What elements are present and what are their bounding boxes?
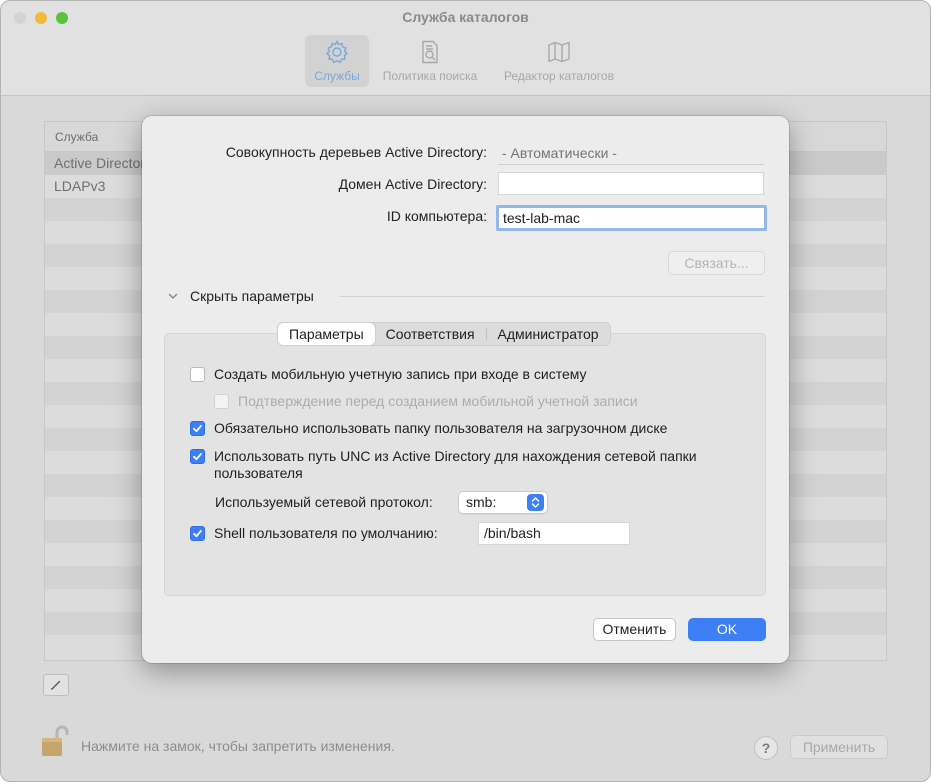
titlebar: Служба каталогов Службы Политика поиска bbox=[1, 1, 930, 96]
default-shell-field[interactable]: /bin/bash bbox=[478, 522, 630, 545]
computer-id-field[interactable] bbox=[496, 205, 767, 231]
pencil-icon bbox=[50, 680, 61, 690]
hide-options-disclosure[interactable]: Скрыть параметры bbox=[166, 288, 314, 304]
mobile-account-checkbox[interactable] bbox=[190, 367, 205, 382]
forest-field[interactable] bbox=[498, 142, 764, 165]
help-button[interactable]: ? bbox=[754, 736, 778, 760]
options-tabs: Параметры Соответствия Администратор bbox=[277, 322, 611, 346]
chevron-down-icon bbox=[168, 293, 178, 299]
mobile-account-label: Создать мобильную учетную запись при вхо… bbox=[214, 366, 587, 382]
domain-field[interactable] bbox=[498, 172, 764, 195]
up-down-chevron-icon bbox=[527, 494, 544, 511]
bind-button[interactable]: Связать... bbox=[668, 251, 765, 275]
lock-hint-text: Нажмите на замок, чтобы запретить измене… bbox=[81, 738, 395, 754]
active-directory-sheet: Совокупность деревьев Active Directory: … bbox=[142, 116, 789, 663]
confirm-mobile-checkbox bbox=[214, 394, 229, 409]
local-home-checkbox[interactable] bbox=[190, 421, 205, 436]
network-protocol-label: Используемый сетевой протокол: bbox=[215, 494, 433, 510]
unc-path-checkbox[interactable] bbox=[190, 449, 205, 464]
mobile-account-option[interactable]: Создать мобильную учетную запись при вхо… bbox=[190, 366, 587, 383]
cancel-button[interactable]: Отменить bbox=[593, 618, 676, 641]
confirm-mobile-option: Подтверждение перед созданием мобильной … bbox=[214, 393, 638, 410]
toolbar-search-policy-button[interactable]: Политика поиска bbox=[375, 35, 485, 87]
toolbar-search-policy-label: Политика поиска bbox=[382, 69, 478, 83]
toolbar-directory-editor-label: Редактор каталогов bbox=[504, 69, 614, 83]
toolbar-directory-editor-button[interactable]: Редактор каталогов bbox=[495, 35, 623, 87]
map-icon bbox=[548, 41, 570, 63]
unlocked-lock-icon[interactable] bbox=[41, 723, 69, 757]
network-protocol-value: smb: bbox=[466, 494, 497, 510]
ok-button[interactable]: OK bbox=[688, 618, 766, 641]
default-shell-checkbox[interactable] bbox=[190, 526, 205, 541]
local-home-label: Обязательно использовать папку пользоват… bbox=[214, 420, 668, 436]
checkmark-icon bbox=[193, 424, 202, 433]
search-policy-icon bbox=[422, 40, 438, 64]
confirm-mobile-label: Подтверждение перед созданием мобильной … bbox=[238, 393, 638, 409]
toolbar-services-label: Службы bbox=[314, 69, 360, 83]
divider bbox=[339, 296, 765, 297]
default-shell-label: Shell пользователя по умолчанию: bbox=[214, 525, 438, 541]
edit-service-button[interactable] bbox=[43, 674, 69, 696]
apply-button[interactable]: Применить bbox=[790, 735, 888, 759]
local-home-option[interactable]: Обязательно использовать папку пользоват… bbox=[190, 420, 667, 437]
tab-options[interactable]: Параметры bbox=[278, 323, 375, 345]
unc-path-option[interactable]: Использовать путь UNC из Active Director… bbox=[190, 448, 730, 482]
window-title: Служба каталогов bbox=[402, 9, 529, 25]
network-protocol-popup[interactable]: smb: bbox=[458, 491, 548, 514]
default-shell-option[interactable]: Shell пользователя по умолчанию: bbox=[190, 525, 438, 542]
forest-label: Совокупность деревьев Active Directory: bbox=[225, 144, 487, 160]
checkmark-icon bbox=[193, 529, 202, 538]
toolbar-services-button[interactable]: Службы bbox=[305, 35, 369, 87]
unc-path-label: Использовать путь UNC из Active Director… bbox=[214, 448, 697, 481]
tab-mappings[interactable]: Соответствия bbox=[375, 323, 486, 345]
gear-icon bbox=[325, 40, 349, 64]
checkmark-icon bbox=[193, 452, 202, 461]
disclosure-label: Скрыть параметры bbox=[190, 288, 314, 304]
domain-label: Домен Active Directory: bbox=[338, 176, 487, 192]
tab-administrative[interactable]: Администратор bbox=[487, 323, 610, 345]
computer-id-label: ID компьютера: bbox=[386, 208, 487, 224]
